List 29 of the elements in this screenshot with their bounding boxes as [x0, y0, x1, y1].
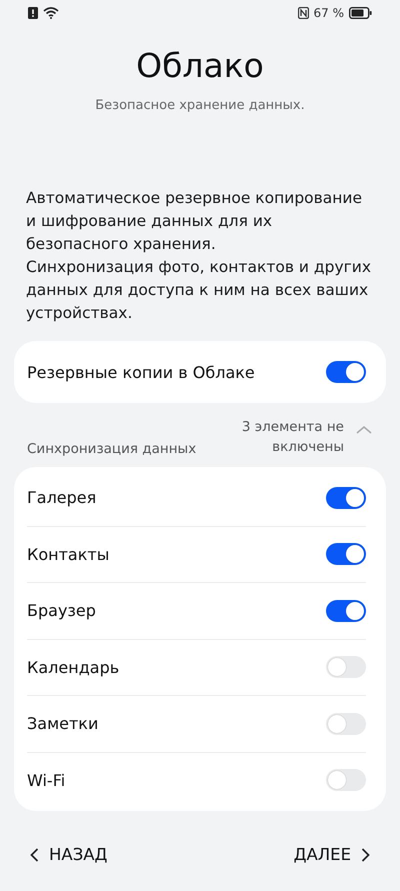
- setting-label: Браузер: [27, 601, 96, 620]
- setting-label: Резервные копии в Облаке: [27, 362, 255, 382]
- battery-icon: [349, 7, 372, 19]
- description-text: Автоматическое резервное копирование и шифрование данных для их безопасного хранения.: [26, 188, 364, 255]
- chevron-left-icon: [30, 848, 39, 862]
- setting-label: Контакты: [27, 544, 110, 564]
- wifi-icon: [43, 7, 59, 19]
- toggle-switch[interactable]: [326, 769, 366, 792]
- section-title: Синхронизация данных: [27, 441, 198, 457]
- toggle-switch[interactable]: [326, 543, 366, 566]
- setting-label: Календарь: [27, 658, 120, 677]
- toggle-switch[interactable]: [326, 656, 366, 678]
- toggle-switch[interactable]: [326, 712, 366, 735]
- toggle-switch[interactable]: [326, 361, 366, 383]
- setting-label: Заметки: [27, 714, 98, 734]
- description-text: Синхронизация фото, контактов и других данных для доступа к ним на всех ваших устройствах.: [26, 257, 372, 324]
- back-button[interactable]: НАЗАД: [24, 841, 114, 868]
- setting-label: Wi-Fi: [27, 770, 66, 790]
- alert-icon: [28, 7, 38, 19]
- battery-percent: 67 %: [314, 6, 344, 20]
- chevron-right-icon: [361, 848, 370, 862]
- section-summary: 3 элемента не включены: [240, 418, 344, 457]
- toggle-switch[interactable]: [326, 600, 366, 622]
- page-title: Облако: [135, 46, 265, 86]
- nfc-icon: [298, 7, 308, 19]
- toggle-switch[interactable]: [326, 486, 366, 509]
- setting-label: Галерея: [27, 488, 96, 508]
- next-button[interactable]: ДАЛЕЕ: [288, 841, 376, 868]
- page-subtitle: Безопасное хранение данных.: [94, 98, 306, 113]
